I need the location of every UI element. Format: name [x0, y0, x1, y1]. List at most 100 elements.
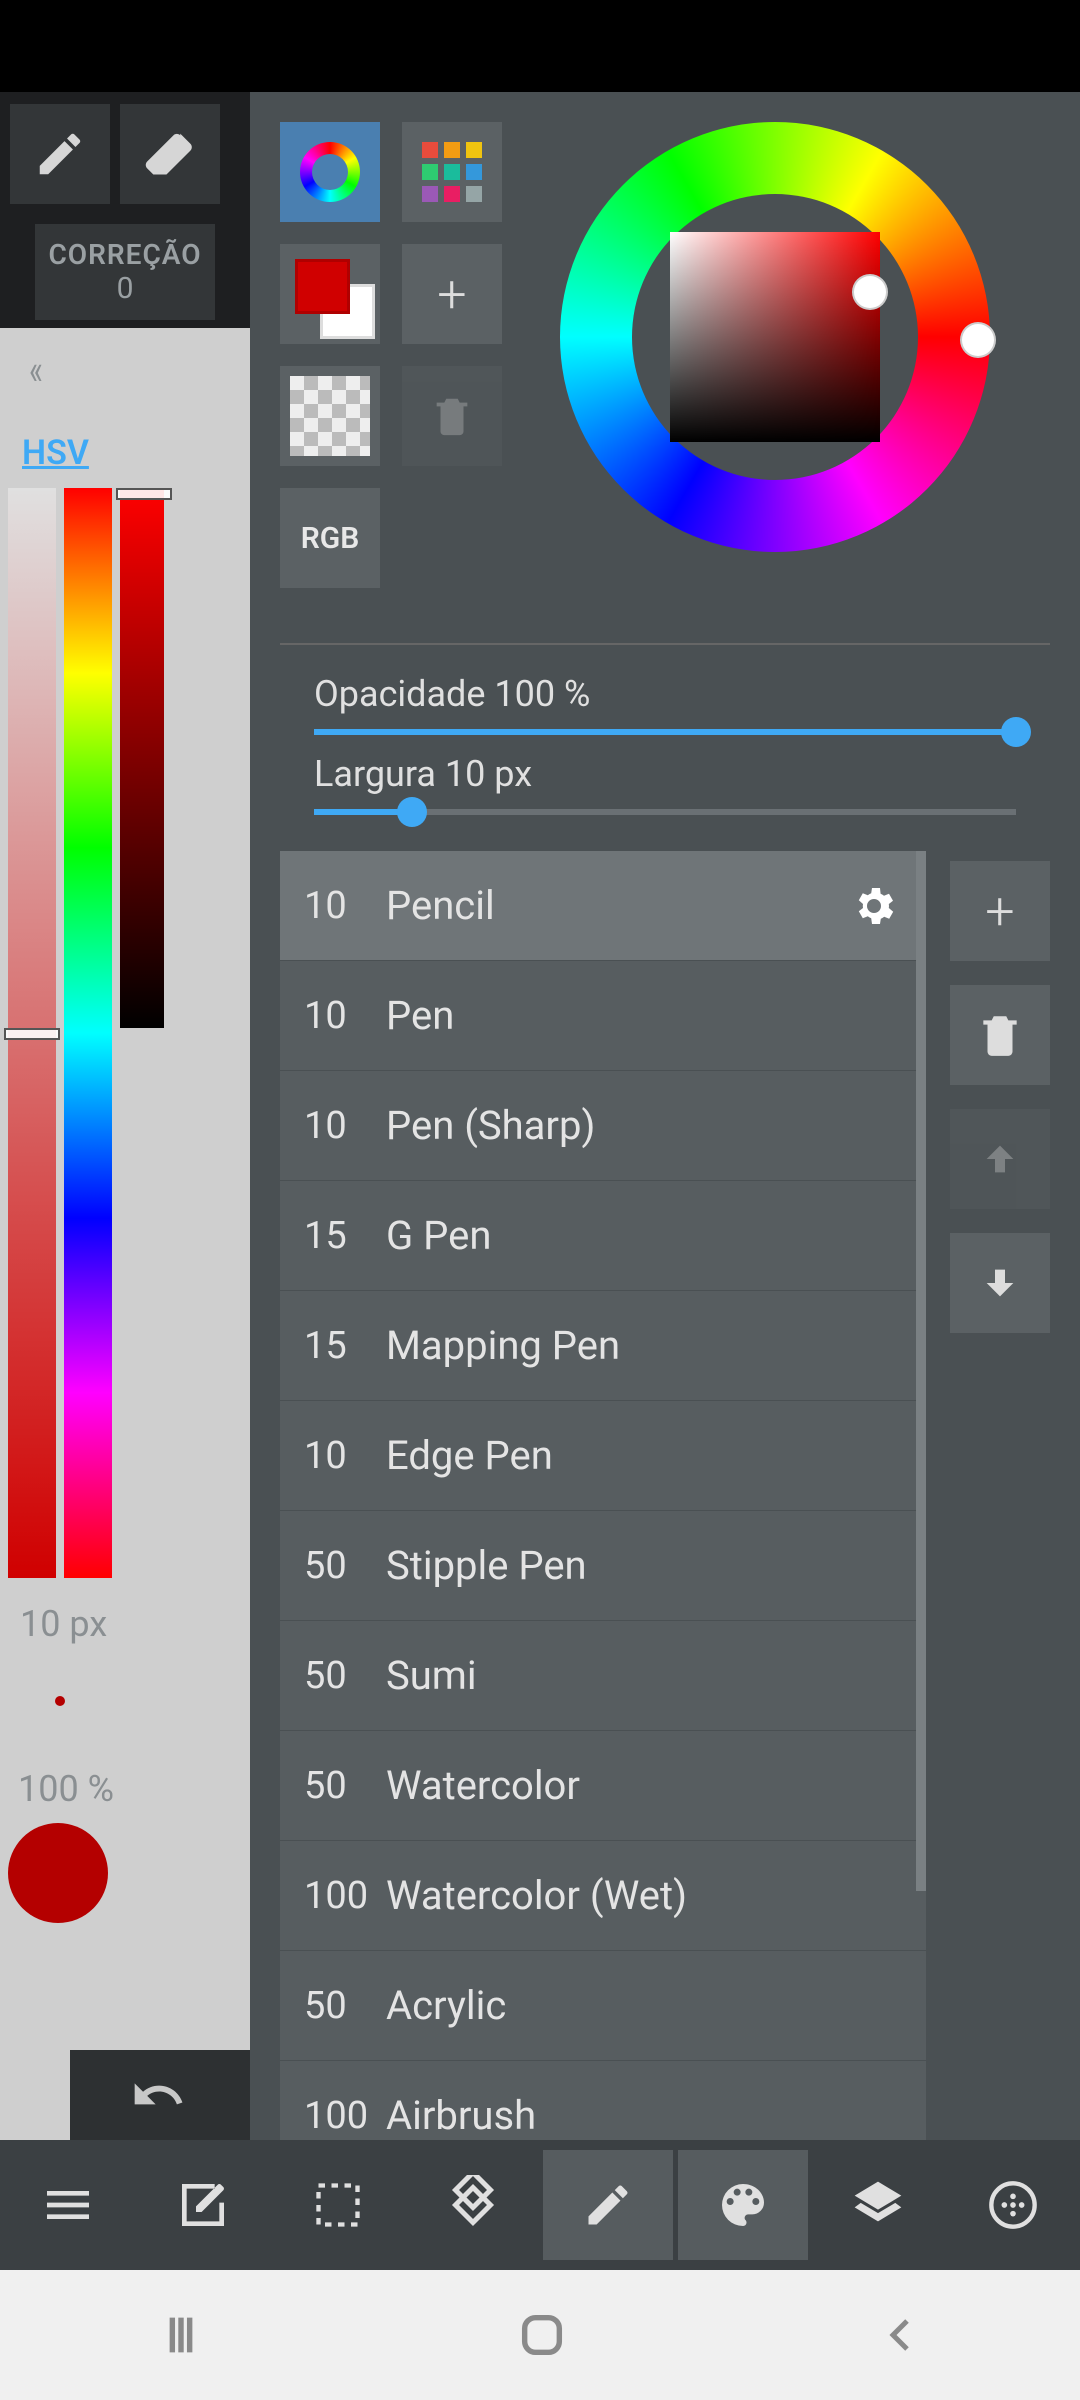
hue-slider[interactable] [64, 488, 112, 1578]
color-mode-label[interactable]: HSV [22, 433, 89, 473]
layers-icon [850, 2177, 906, 2233]
rgb-mode-button[interactable]: RGB [280, 488, 380, 588]
brush-item-name: Watercolor [386, 1762, 580, 1809]
brush-item[interactable]: 10Pencil [280, 851, 926, 961]
bottom-toolbar [0, 2140, 1080, 2270]
arrow-up-icon [980, 1139, 1020, 1179]
brush-item-size: 50 [304, 1764, 386, 1808]
edit-button[interactable] [138, 2150, 268, 2260]
trash-icon [429, 393, 475, 439]
color-ring-icon [300, 142, 360, 202]
back-icon [877, 2311, 925, 2359]
plus-icon: + [985, 881, 1014, 942]
selection-icon [312, 2179, 364, 2231]
rotate-button[interactable] [408, 2150, 538, 2260]
undo-icon[interactable] [130, 2067, 186, 2123]
brush-item-name: Sumi [386, 1652, 477, 1699]
opacity-slider-label: Opacidade 100 % [314, 673, 1050, 715]
gear-icon [850, 882, 898, 930]
brush-size-label: 10 px [20, 1603, 107, 1645]
checker-icon [290, 376, 370, 456]
undo-bar [70, 2050, 250, 2140]
color-wheel-mode-button[interactable] [280, 122, 380, 222]
brush-item-name: Mapping Pen [386, 1322, 620, 1369]
back-button[interactable] [877, 2311, 925, 2359]
canvas-sidebar-area: « HSV 10 px 100 % [0, 328, 250, 2140]
color-button[interactable] [678, 2150, 808, 2260]
opacity-slider[interactable] [314, 729, 1016, 735]
eraser-icon [141, 125, 199, 183]
brush-item-size: 50 [304, 1544, 386, 1588]
brush-item[interactable]: 15G Pen [280, 1181, 926, 1291]
value-slider[interactable] [120, 488, 164, 1028]
color-wheel[interactable] [560, 122, 990, 552]
brush-item-size: 10 [304, 1104, 386, 1148]
delete-color-button[interactable] [402, 366, 502, 466]
brush-item-size: 10 [304, 994, 386, 1038]
brush-item-name: Watercolor (Wet) [386, 1872, 687, 1919]
delete-brush-button[interactable] [950, 985, 1050, 1085]
brush-item-size: 50 [304, 1654, 386, 1698]
brush-item-size: 100 [304, 1874, 386, 1918]
brush-item-size: 10 [304, 884, 386, 928]
brush-item[interactable]: 50Stipple Pen [280, 1511, 926, 1621]
palette-grid-mode-button[interactable] [402, 122, 502, 222]
pencil-icon [582, 2179, 634, 2231]
brush-settings-button[interactable] [850, 882, 898, 930]
menu-button[interactable] [3, 2150, 133, 2260]
brush-item[interactable]: 10Pen [280, 961, 926, 1071]
layers-button[interactable] [813, 2150, 943, 2260]
more-button[interactable] [948, 2150, 1078, 2260]
system-nav-bar [0, 2270, 1080, 2400]
brush-item-name: Pencil [386, 882, 495, 929]
move-down-button[interactable] [950, 1233, 1050, 1333]
brush-item[interactable]: 100Airbrush [280, 2061, 926, 2140]
transparent-swatch-button[interactable] [280, 366, 380, 466]
pencil-tool-button[interactable] [10, 104, 110, 204]
brush-item[interactable]: 100Watercolor (Wet) [280, 1841, 926, 1951]
select-button[interactable] [273, 2150, 403, 2260]
brush-item[interactable]: 10Edge Pen [280, 1401, 926, 1511]
correction-button[interactable]: CORREÇÃO 0 [35, 224, 215, 320]
brush-item-name: Stipple Pen [386, 1542, 587, 1589]
hue-cursor[interactable] [960, 322, 996, 358]
left-toolbar: CORREÇÃO 0 « HSV [0, 92, 250, 2140]
brush-list[interactable]: 10Pencil10Pen10Pen (Sharp)15G Pen15Mappi… [280, 851, 926, 2140]
width-slider-label: Largura 10 px [314, 753, 1050, 795]
eraser-tool-button[interactable] [120, 104, 220, 204]
brush-item-name: Airbrush [386, 2092, 536, 2139]
brush-panel: + RGB [250, 92, 1080, 2140]
add-color-button[interactable]: + [402, 244, 502, 344]
trash-icon [975, 1010, 1025, 1060]
home-button[interactable] [516, 2309, 568, 2361]
brush-item[interactable]: 10Pen (Sharp) [280, 1071, 926, 1181]
pencil-icon [33, 127, 87, 181]
grid-icon [422, 142, 482, 202]
correction-value: 0 [45, 271, 205, 306]
saturation-slider[interactable] [8, 488, 56, 1578]
sv-cursor[interactable] [852, 274, 888, 310]
brush-preview-dot [55, 1696, 65, 1706]
recents-icon [155, 2309, 207, 2361]
width-slider[interactable] [314, 809, 1016, 815]
recents-button[interactable] [155, 2309, 207, 2361]
brush-item-name: G Pen [386, 1212, 491, 1259]
current-color-swatch[interactable] [8, 1823, 108, 1923]
brush-item-size: 15 [304, 1324, 386, 1368]
dual-swatch-icon [295, 259, 365, 329]
arrow-down-icon [980, 1263, 1020, 1303]
brush-button[interactable] [543, 2150, 673, 2260]
brush-item[interactable]: 50Acrylic [280, 1951, 926, 2061]
move-up-button[interactable] [950, 1109, 1050, 1209]
status-bar [0, 0, 1080, 92]
brush-item[interactable]: 50Sumi [280, 1621, 926, 1731]
brush-item-name: Pen [386, 992, 454, 1039]
collapse-icon[interactable]: « [29, 346, 43, 395]
saturation-value-box[interactable] [670, 232, 880, 442]
dual-swatch-button[interactable] [280, 244, 380, 344]
brush-item[interactable]: 15Mapping Pen [280, 1291, 926, 1401]
circle-dots-icon [987, 2179, 1039, 2231]
brush-item[interactable]: 50Watercolor [280, 1731, 926, 1841]
edit-square-icon [175, 2177, 231, 2233]
add-brush-button[interactable]: + [950, 861, 1050, 961]
